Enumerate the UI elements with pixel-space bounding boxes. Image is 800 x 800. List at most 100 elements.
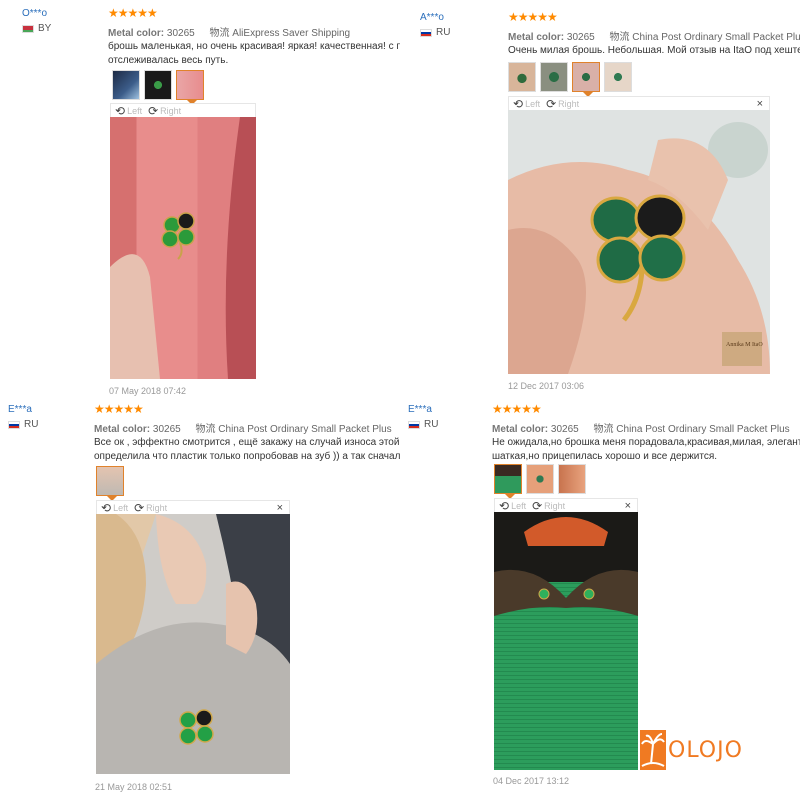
rotate-left-button[interactable]: ⟲ Left: [513, 97, 540, 111]
rotate-left-label: Left: [511, 500, 527, 511]
rotate-left-label: Left: [127, 105, 143, 116]
reviewer-country: RU: [420, 27, 450, 38]
shipping-label: 物流: [195, 424, 216, 435]
close-viewer-button[interactable]: ×: [625, 500, 631, 512]
review-text-line: определила что пластик только попробовав…: [94, 451, 400, 462]
country-code: RU: [436, 27, 451, 38]
rotate-right-button[interactable]: ⟳ Right: [134, 501, 167, 515]
close-viewer-button[interactable]: ×: [757, 98, 763, 110]
rotate-left-icon: ⟲: [499, 498, 510, 513]
shipping-value: China Post Ordinary Small Packet Plus: [616, 424, 790, 435]
shipping-label: 物流: [609, 32, 630, 43]
reviewer-name[interactable]: O***o: [22, 8, 51, 19]
thumbnail-2[interactable]: [540, 62, 568, 92]
star-rating: ★★★★★: [94, 402, 144, 416]
review-photo: [494, 512, 638, 770]
metal-color-label: Metal color:: [492, 424, 549, 435]
photo-content: [494, 512, 638, 770]
review-meta: Metal color: 30265 物流 China Post Ordinar…: [492, 420, 790, 435]
review-date: 04 Dec 2017 13:12: [493, 776, 570, 786]
shipping-label: 物流: [209, 28, 230, 39]
reviewer-country: BY: [22, 23, 51, 34]
metal-color-label: Metal color:: [108, 28, 165, 39]
country-code: RU: [24, 419, 39, 430]
thumbnail-1[interactable]: [96, 466, 124, 501]
thumbnail-4[interactable]: [604, 62, 632, 92]
rotate-left-icon: ⟲: [101, 500, 112, 515]
review-text-line: Очень милая брошь. Небольшая. Мой отзыв …: [508, 45, 800, 56]
review-date: 12 Dec 2017 03:06: [508, 381, 585, 391]
review-date: 07 May 2018 07:42: [109, 386, 187, 396]
thumbnail-3[interactable]: [572, 62, 600, 97]
review-text-line: отслеживалась весь путь.: [108, 55, 229, 66]
watermark-stamp: Annika M ItaO: [726, 342, 763, 348]
shipping-value: China Post Ordinary Small Packet Plus: [632, 32, 800, 43]
metal-color-value: 30265: [166, 28, 195, 39]
shipping-label: 物流: [593, 424, 614, 435]
image-viewer-toolbar: ⟲ Left ⟳ Right ×: [494, 498, 638, 513]
reviewer-name[interactable]: E***a: [8, 404, 38, 415]
flag-ru-icon: [8, 420, 20, 429]
photo-thumbnails: [508, 62, 632, 97]
rotate-right-icon: ⟳: [148, 103, 159, 118]
review-photo: Annika M ItaO: [508, 110, 770, 374]
rotate-left-button[interactable]: ⟲ Left: [115, 104, 142, 118]
metal-color-label: Metal color:: [94, 424, 151, 435]
thumbnail-1[interactable]: [494, 464, 522, 499]
image-viewer-toolbar: ⟲ Left ⟳ Right ×: [508, 96, 770, 111]
shipping-value: AliExpress Saver Shipping: [232, 28, 351, 39]
thumbnail-2[interactable]: [526, 464, 554, 494]
review-date: 21 May 2018 02:51: [95, 782, 173, 792]
thumbnail-1[interactable]: [112, 70, 140, 100]
image-viewer-toolbar: ⟲ Left ⟳ Right: [110, 103, 256, 118]
flag-ru-icon: [420, 28, 432, 37]
rotate-right-icon: ⟳: [532, 498, 543, 513]
rotate-left-icon: ⟲: [115, 103, 126, 118]
reviewer-info: E***a RU: [8, 404, 38, 430]
image-viewer-toolbar: ⟲ Left ⟳ Right ×: [96, 500, 290, 515]
review-text-line: Не ожидала,но брошка меня порадовала,кра…: [492, 437, 800, 448]
rotate-right-icon: ⟳: [134, 500, 145, 515]
thumbnail-3[interactable]: [176, 70, 204, 105]
rotate-right-button[interactable]: ⟳ Right: [546, 97, 579, 111]
reviewer-name[interactable]: E***a: [408, 404, 438, 415]
rotate-right-button[interactable]: ⟳ Right: [148, 104, 181, 118]
rotate-left-label: Left: [525, 98, 541, 109]
thumbnail-1[interactable]: [508, 62, 536, 92]
star-rating: ★★★★★: [108, 6, 158, 20]
rotate-left-label: Left: [113, 502, 129, 513]
metal-color-value: 30265: [152, 424, 181, 435]
thumbnail-3[interactable]: [558, 464, 586, 494]
reviewer-info: A***o RU: [420, 12, 450, 38]
rotate-right-label: Right: [544, 500, 566, 511]
review-text-line: брошь маленькая, но очень красивая! ярка…: [108, 41, 400, 52]
rotate-left-button[interactable]: ⟲ Left: [499, 499, 526, 513]
reviewer-name[interactable]: A***o: [420, 12, 450, 23]
rotate-left-button[interactable]: ⟲ Left: [101, 501, 128, 515]
review-card: O***o BY ★★★★★ Metal color: 30265 物流 Ali…: [0, 0, 400, 400]
palm-tree-icon: [640, 730, 666, 770]
shipping-value: China Post Ordinary Small Packet Plus: [218, 424, 392, 435]
flag-ru-icon: [408, 420, 420, 429]
review-text: Не ожидала,но брошка меня порадовала,кра…: [492, 436, 800, 464]
review-card: A***o RU ★★★★★ Metal color: 30265 物流 Chi…: [418, 0, 800, 400]
metal-color-label: Metal color:: [508, 32, 565, 43]
photo-thumbnails: [112, 70, 204, 105]
review-photo: [110, 117, 256, 379]
metal-color-value: 30265: [566, 32, 595, 43]
thumbnail-2[interactable]: [144, 70, 172, 100]
reviewer-country: RU: [8, 419, 38, 430]
flag-by-icon: [22, 24, 34, 33]
review-meta: Metal color: 30265 物流 AliExpress Saver S…: [108, 24, 350, 39]
close-viewer-button[interactable]: ×: [277, 502, 283, 514]
review-photo: [96, 514, 290, 774]
rotate-right-button[interactable]: ⟳ Right: [532, 499, 565, 513]
photo-content: [110, 117, 256, 379]
country-code: RU: [424, 419, 439, 430]
logo-text: OLOJO: [668, 737, 743, 763]
review-meta: Metal color: 30265 物流 China Post Ordinar…: [508, 28, 800, 43]
review-text-line: Все ок , эффектно смотрится , ещё закажу…: [94, 437, 400, 448]
store-logo: OLOJO: [640, 730, 743, 770]
metal-color-value: 30265: [550, 424, 579, 435]
rotate-right-icon: ⟳: [546, 96, 557, 111]
